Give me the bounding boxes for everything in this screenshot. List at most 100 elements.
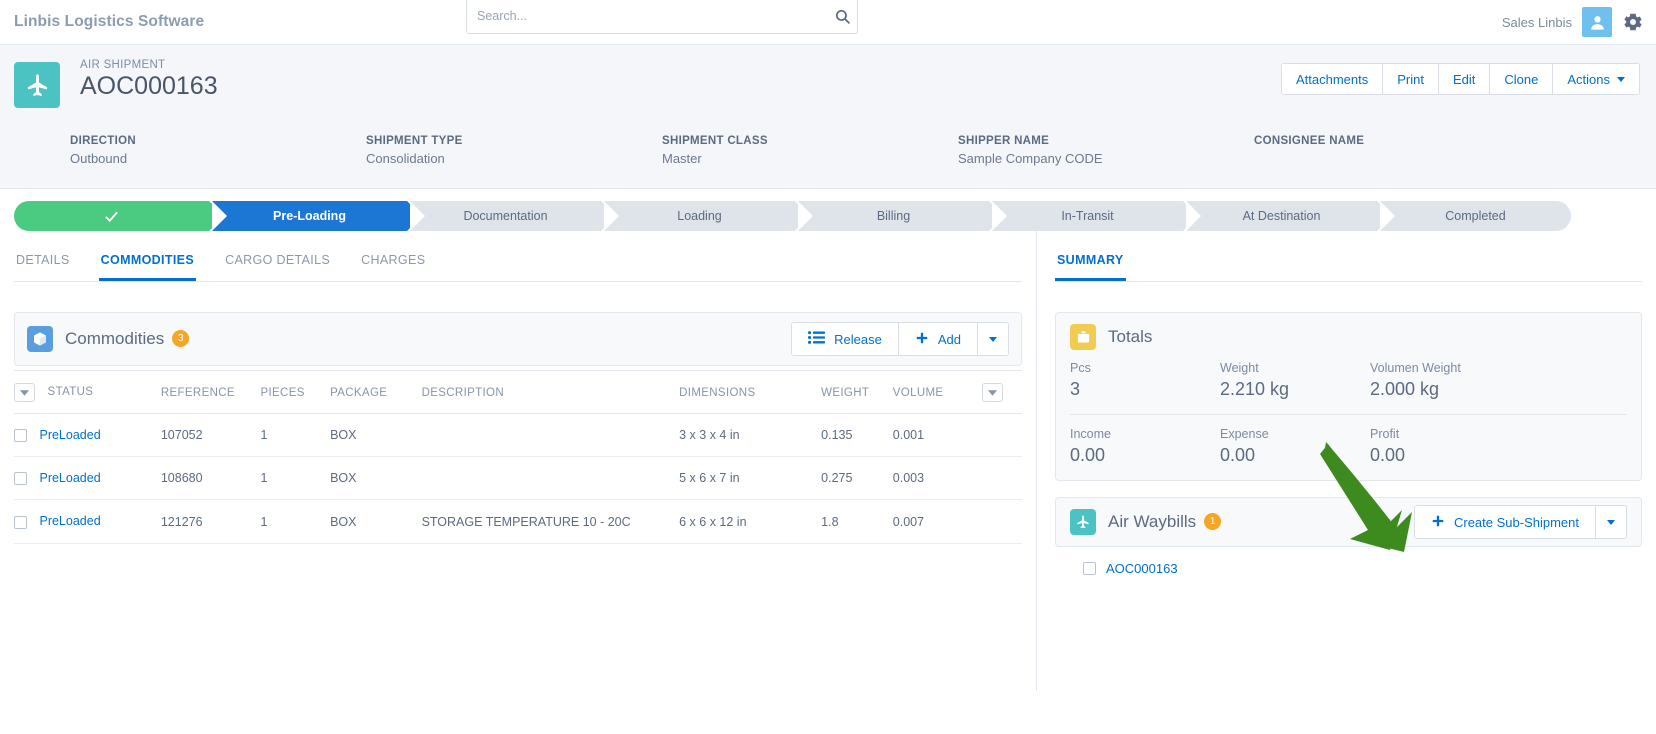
total-value: 0.00 — [1370, 445, 1406, 465]
cell-reference: 107052 — [160, 413, 261, 458]
cell-reference: 108680 — [160, 456, 261, 501]
meta-label: SHIPMENT TYPE — [366, 135, 463, 147]
header-column-menu — [982, 370, 1022, 414]
left-tab-bar: DETAILS COMMODITIES CARGO DETAILS CHARGE… — [14, 231, 1022, 282]
total-label: Profit — [1370, 427, 1400, 441]
create-sub-shipment-button[interactable]: Create Sub-Shipment — [1414, 506, 1595, 538]
cell-description — [421, 413, 680, 458]
record-type-label: AIR SHIPMENT — [80, 59, 166, 71]
stage-billing[interactable]: Billing — [798, 201, 1004, 231]
status-link[interactable]: PreLoaded — [39, 471, 100, 485]
total-value: 0.00 — [1070, 445, 1106, 465]
header-volume: VOLUME — [892, 370, 983, 414]
air-waybills-count-badge: 1 — [1204, 512, 1222, 530]
header-status: STATUS — [14, 370, 161, 414]
total-volume-weight: Volumen Weight 2.000 kg — [1370, 361, 1520, 400]
total-label: Weight — [1220, 361, 1259, 375]
air-waybills-toolbar: Create Sub-Shipment — [1413, 505, 1627, 539]
actions-dropdown-button[interactable]: Actions — [1552, 64, 1639, 94]
actions-label: Actions — [1567, 71, 1610, 87]
cell-volume: 0.007 — [892, 499, 983, 544]
totals-row-2: Income 0.00 Expense 0.00 Profit 0.00 — [1056, 427, 1641, 466]
stage-in-transit[interactable]: In-Transit — [992, 201, 1198, 231]
commodities-toolbar: Release Add — [791, 322, 1009, 356]
cell-dimensions: 3 x 3 x 4 in — [679, 413, 822, 458]
cell-dimensions: 5 x 6 x 7 in — [679, 456, 822, 501]
list-item: AOC000163 — [1083, 561, 1642, 576]
totals-row-1: Pcs 3 Weight 2.210 kg Volumen Weight 2.0… — [1056, 361, 1641, 400]
total-value: 3 — [1070, 379, 1081, 399]
release-button[interactable]: Release — [792, 323, 898, 355]
top-navigation-bar: Linbis Logistics Software Sales Linbis — [0, 0, 1656, 44]
tab-commodities[interactable]: COMMODITIES — [98, 245, 197, 281]
stage-loading[interactable]: Loading — [604, 201, 810, 231]
stage-completed[interactable]: Completed — [1380, 201, 1571, 231]
cell-row-menu[interactable] — [982, 499, 1022, 544]
cell-row-menu[interactable] — [982, 413, 1022, 458]
clone-button[interactable]: Clone — [1489, 64, 1553, 94]
meta-value: Consolidation — [366, 151, 445, 166]
meta-shipment-type: SHIPMENT TYPE Consolidation — [366, 135, 662, 166]
search-input[interactable] — [467, 9, 827, 23]
totals-divider — [1070, 414, 1627, 415]
meta-value: Outbound — [70, 151, 128, 166]
cell-weight: 1.8 — [821, 499, 893, 544]
tab-cargo-details[interactable]: CARGO DETAILS — [223, 245, 332, 281]
cell-reference: 121276 — [160, 499, 261, 544]
meta-label: SHIPMENT CLASS — [662, 135, 768, 147]
status-link[interactable]: PreLoaded — [39, 514, 100, 528]
row-checkbox[interactable] — [14, 429, 27, 443]
cell-status: PreLoaded — [14, 499, 161, 544]
cell-weight: 0.135 — [821, 413, 893, 458]
meta-consignee-name: CONSIGNEE NAME — [1254, 135, 1550, 166]
search-icon[interactable] — [827, 8, 857, 25]
edit-button[interactable]: Edit — [1437, 64, 1490, 94]
tab-summary[interactable]: SUMMARY — [1055, 245, 1126, 281]
select-all-dropdown[interactable] — [14, 383, 35, 402]
release-label: Release — [834, 331, 882, 347]
plus-icon — [915, 331, 929, 348]
global-search[interactable] — [466, 0, 858, 34]
cell-row-menu[interactable] — [982, 456, 1022, 501]
meta-direction: DIRECTION Outbound — [70, 135, 366, 166]
right-tab-bar: SUMMARY — [1055, 231, 1642, 282]
box-icon — [27, 326, 53, 352]
commodities-more-button[interactable] — [977, 323, 1008, 355]
totals-panel: Totals Pcs 3 Weight 2.210 kg Volumen Wei… — [1055, 312, 1642, 481]
total-label: Pcs — [1070, 361, 1091, 375]
right-column: SUMMARY Totals Pcs 3 Weight 2.210 kg Vol… — [1036, 231, 1656, 691]
cell-volume: 0.003 — [892, 456, 983, 501]
waybill-checkbox[interactable] — [1083, 562, 1096, 575]
gear-icon[interactable] — [1622, 11, 1644, 33]
total-value: 2.000 kg — [1370, 379, 1440, 399]
cell-package: BOX — [330, 413, 422, 458]
meta-value: Master — [662, 151, 702, 166]
waybill-link[interactable]: AOC000163 — [1106, 561, 1178, 576]
attachments-button[interactable]: Attachments — [1281, 64, 1383, 94]
table-row: PreLoaded 108680 1 BOX 5 x 6 x 7 in 0.27… — [14, 456, 1022, 501]
print-button[interactable]: Print — [1382, 64, 1438, 94]
total-expense: Expense 0.00 — [1220, 427, 1370, 466]
header-dimensions: DIMENSIONS — [679, 370, 822, 414]
row-checkbox[interactable] — [14, 515, 27, 529]
user-avatar-icon[interactable] — [1582, 7, 1612, 37]
cell-package: BOX — [330, 499, 422, 544]
stage-at-destination[interactable]: At Destination — [1186, 201, 1392, 231]
stage-completed-check[interactable] — [14, 201, 224, 231]
cell-pieces: 1 — [260, 499, 331, 544]
totals-panel-header: Totals — [1056, 313, 1641, 361]
totals-title: Totals — [1108, 327, 1153, 346]
briefcase-icon — [1070, 324, 1096, 350]
total-weight: Weight 2.210 kg — [1220, 361, 1370, 400]
tab-details[interactable]: DETAILS — [14, 245, 72, 281]
status-link[interactable]: PreLoaded — [39, 428, 100, 442]
column-options-dropdown[interactable] — [982, 383, 1004, 402]
row-checkbox[interactable] — [14, 472, 27, 486]
stage-documentation[interactable]: Documentation — [410, 201, 616, 231]
chevron-down-icon — [1607, 519, 1615, 525]
create-sub-shipment-label: Create Sub-Shipment — [1453, 514, 1579, 530]
tab-charges[interactable]: CHARGES — [359, 245, 427, 281]
air-waybills-more-button[interactable] — [1595, 506, 1626, 538]
add-commodity-button[interactable]: Add — [897, 323, 977, 355]
stage-pre-loading[interactable]: Pre-Loading — [212, 201, 422, 231]
